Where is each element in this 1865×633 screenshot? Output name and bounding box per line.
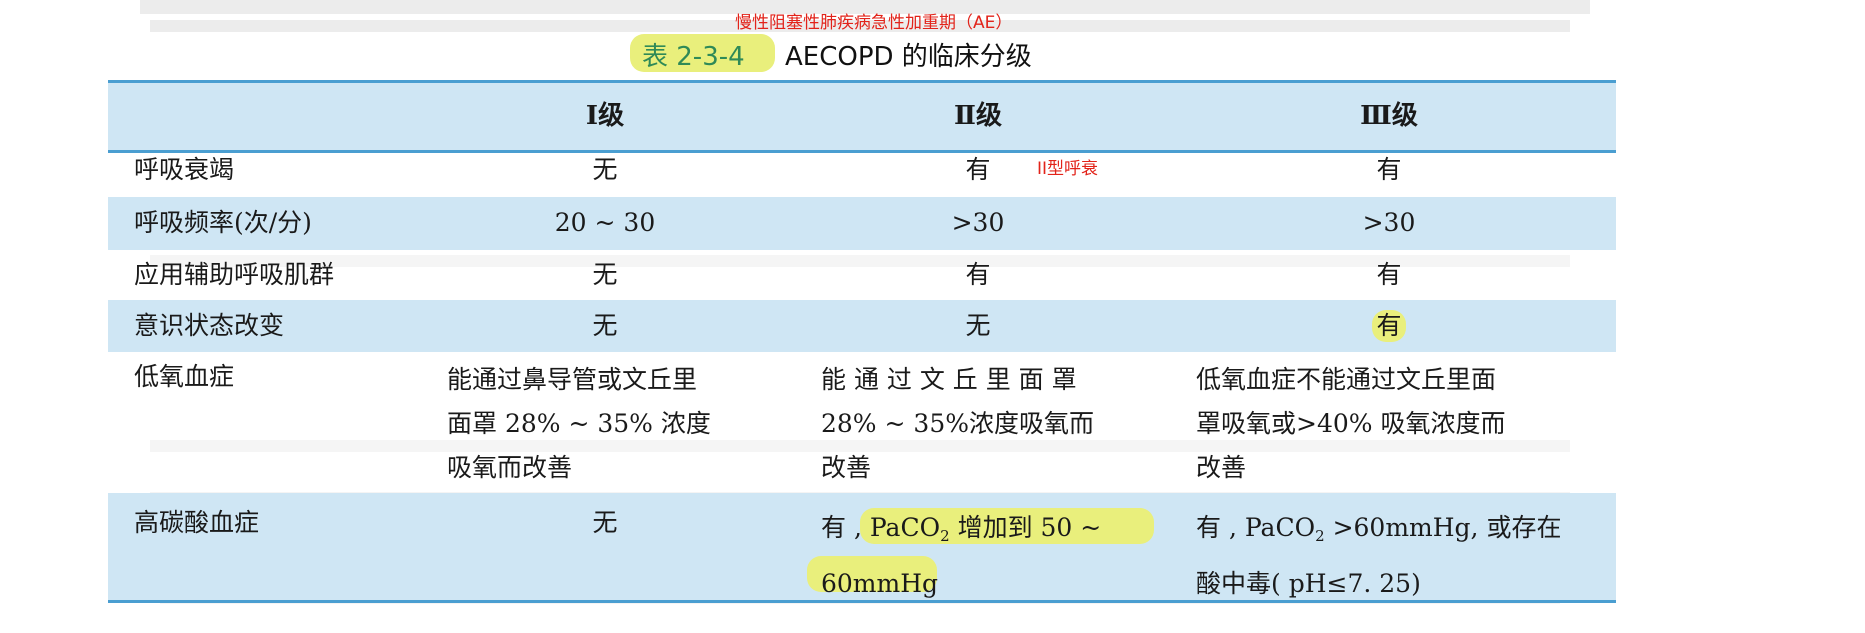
cell-level3: 低氧血症不能通过文丘里面 罩吸氧或>40% 吸氧浓度而 改善	[1196, 358, 1505, 490]
cell-line: 改善	[1196, 453, 1247, 482]
header-level3: Ⅲ级	[1360, 101, 1418, 131]
cell-line: 有 , PaCO2 >60mmHg, 或存在	[1196, 504, 1561, 560]
cell-level2: 有	[965, 260, 991, 289]
cell-line: 低氧血症不能通过文丘里面	[1196, 365, 1497, 394]
cell-level2: 无	[965, 311, 991, 340]
cell-level2: 有 , PaCO2 增加到 50 ~ 60mmHg	[821, 504, 1101, 608]
cell-line: 60mmHg	[821, 569, 939, 598]
cell-level3: >30	[1362, 208, 1416, 237]
table-title: AECOPD 的临床分级	[785, 42, 1032, 72]
row-label: 高碳酸血症	[134, 508, 260, 537]
top-rule	[108, 80, 1616, 83]
cell-level2: 能 通 过 文 丘 里 面 罩 28% ~ 35%浓度吸氧而 改善	[821, 358, 1094, 490]
cell-level1: 无	[592, 155, 618, 184]
paco2-label: 有 , PaCO	[1196, 513, 1316, 542]
cell-level3: 有 , PaCO2 >60mmHg, 或存在 酸中毒( pH≤7. 25)	[1196, 504, 1561, 608]
paco2-value: >60mmHg, 或存在	[1324, 513, 1562, 542]
paco2-subscript: 2	[1315, 527, 1325, 545]
cell-level3: 有	[1376, 155, 1402, 184]
row-label: 意识状态改变	[134, 311, 285, 340]
table-number: 表 2-3-4	[642, 42, 745, 72]
cell-level3: 有	[1376, 260, 1402, 289]
paco2-value: 增加到 50 ~	[949, 513, 1102, 542]
header-level2: Ⅱ级	[954, 101, 1002, 131]
header-level1: Ⅰ级	[585, 101, 625, 131]
cell-line: 能 通 过 文 丘 里 面 罩	[821, 365, 1077, 394]
cell-level2: >30	[951, 208, 1005, 237]
cell-line: 吸氧而改善	[447, 453, 573, 482]
row-label: 呼吸衰竭	[134, 155, 235, 184]
text-prefix: 有 ,	[821, 513, 870, 542]
cell-line: 罩吸氧或>40% 吸氧浓度而	[1196, 409, 1506, 438]
cell-level1: 无	[592, 508, 618, 537]
cell-level1: 无	[592, 260, 618, 289]
cell-line: 改善	[821, 453, 872, 482]
cell-line: 能通过鼻导管或文丘里	[447, 365, 698, 394]
cell-level2: 有	[965, 155, 991, 184]
cell-level1: 20 ~ 30	[554, 208, 656, 237]
paco2-label: PaCO	[869, 513, 941, 542]
cell-level1: 能通过鼻导管或文丘里 面罩 28% ~ 35% 浓度 吸氧而改善	[447, 358, 711, 490]
cell-line: 酸中毒( pH≤7. 25)	[1196, 569, 1421, 598]
cell-level1: 无	[592, 311, 618, 340]
cell-line: 面罩 28% ~ 35% 浓度	[447, 409, 711, 438]
row-label: 低氧血症	[134, 362, 235, 391]
cell-line: 28% ~ 35%浓度吸氧而	[821, 409, 1094, 438]
cell-level3: 有	[1376, 311, 1402, 340]
row-label: 应用辅助呼吸肌群	[134, 260, 335, 289]
annotation-top: 慢性阻塞性肺疾病急性加重期（AE）	[735, 13, 1013, 33]
row-label: 呼吸频率(次/分)	[134, 208, 312, 237]
cell-line: 有 , PaCO2 增加到 50 ~	[821, 504, 1101, 560]
paco2-subscript: 2	[940, 527, 950, 545]
